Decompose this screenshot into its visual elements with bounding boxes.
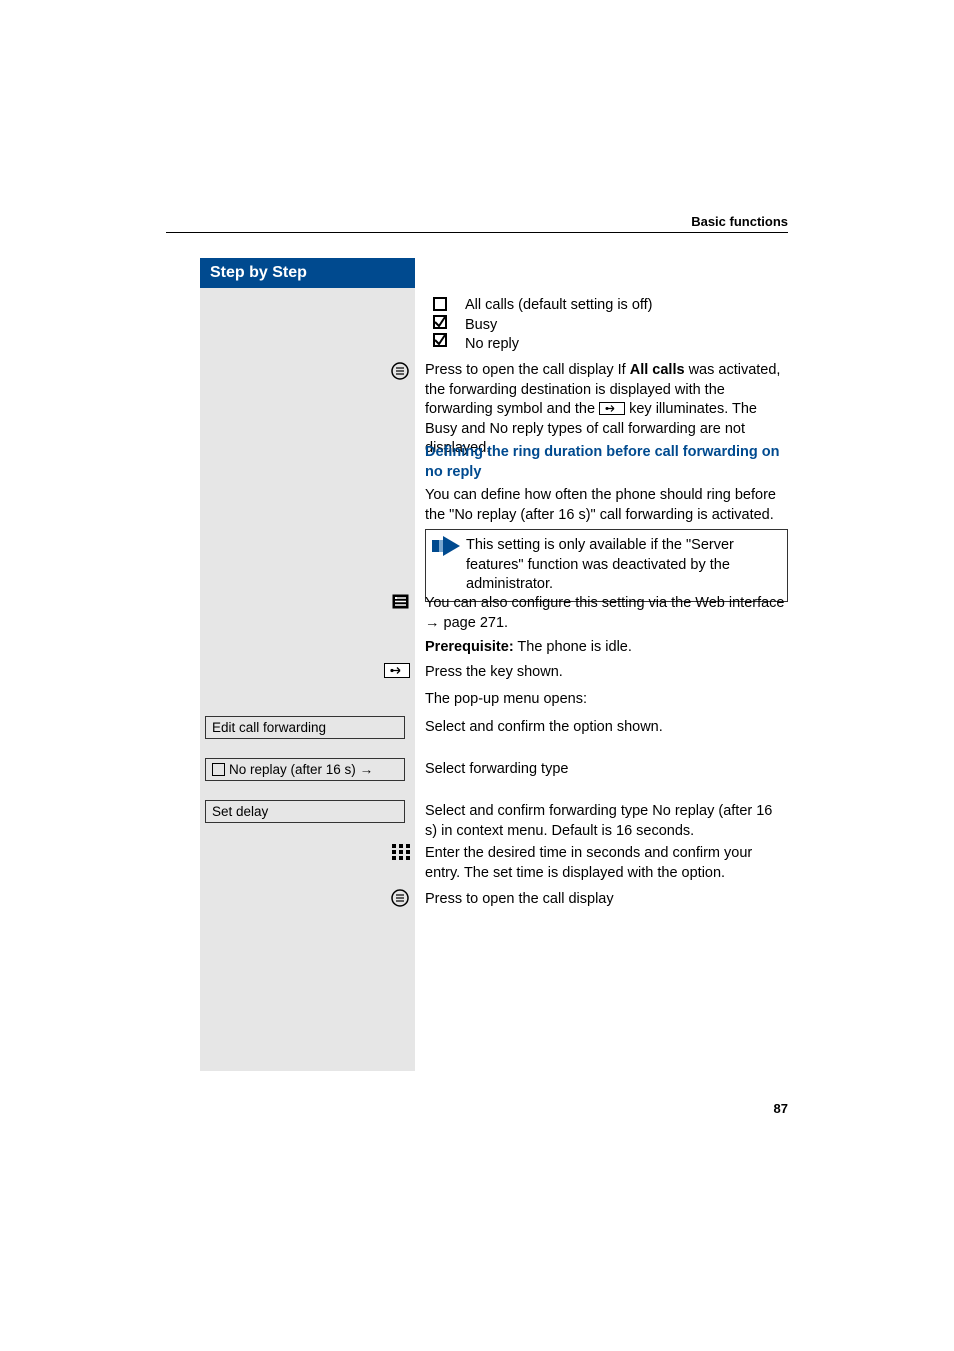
checkbox-icons <box>433 296 449 350</box>
body-area: Step by Step All calls (default setting … <box>200 258 788 1071</box>
prerequisite-label: Prerequisite: <box>425 639 514 655</box>
enter-time-text: Enter the desired time in seconds and co… <box>425 844 788 883</box>
ui-box-set-delay-wrap: Set delay <box>200 800 410 823</box>
ui-box-no-replay[interactable]: No replay (after 16 s) → <box>205 758 405 781</box>
note-arrow-icon <box>432 536 462 558</box>
page-number: 87 <box>774 1101 788 1116</box>
checklist-item-all-calls: All calls (default setting is off) <box>465 296 653 316</box>
checklist-item-busy: Busy <box>465 316 653 336</box>
header-rule <box>166 232 788 233</box>
header-section-title: Basic functions <box>691 214 788 229</box>
forward-key-icon <box>384 663 410 679</box>
ui-box-edit-call-forwarding[interactable]: Edit call forwarding <box>205 716 405 739</box>
popup-opens: The pop-up menu opens: <box>425 690 788 710</box>
press-open-1a: Press to open the call display If <box>425 362 630 378</box>
ui-box-no-replay-wrap: No replay (after 16 s) → <box>200 758 410 781</box>
headline-ring-duration: Defining the ring duration before call f… <box>425 443 788 482</box>
prerequisite-line: Prerequisite: The phone is idle. <box>425 638 788 658</box>
press-open-1-bold: All calls <box>630 362 685 378</box>
web-if-arrow: → <box>425 615 440 631</box>
note-box: This setting is only available if the "S… <box>425 529 788 602</box>
keypad-icon <box>392 844 410 864</box>
ui-box-edit-call-forwarding-wrap: Edit call forwarding <box>200 716 410 739</box>
checkbox-empty-icon <box>212 763 225 776</box>
no-replay-label: No replay (after 16 s) <box>229 762 356 777</box>
ui-box-set-delay[interactable]: Set delay <box>205 800 405 823</box>
press-key-shown: Press the key shown. <box>425 663 788 683</box>
ok-key-icon <box>390 361 410 381</box>
press-open-call-display-2: Press to open the call display <box>425 890 788 910</box>
web-settings-icon <box>392 594 409 609</box>
page: Basic functions Step by Step All calls (… <box>0 0 954 1351</box>
arrow-right-icon: → <box>360 762 374 777</box>
forward-key-inline-icon <box>599 401 625 417</box>
select-confirm-option: Select and confirm the option shown. <box>425 718 788 738</box>
checklist-item-no-reply: No reply <box>465 335 653 355</box>
select-confirm-no-replay: Select and confirm forwarding type No re… <box>425 802 788 841</box>
web-if-a: You can also configure this setting via … <box>425 595 785 611</box>
step-by-step-header: Step by Step <box>200 258 415 288</box>
note-text: This setting is only available if the "S… <box>466 537 734 592</box>
prerequisite-text: The phone is idle. <box>514 639 632 655</box>
checkbox-group <box>433 296 449 350</box>
web-interface-line: You can also configure this setting via … <box>425 594 788 633</box>
left-column-bg <box>200 258 415 1071</box>
web-if-b: page 271. <box>440 615 509 631</box>
ring-body-text: You can define how often the phone shoul… <box>425 486 788 525</box>
select-fwd-type: Select forwarding type <box>425 760 788 780</box>
ok-key-icon-2 <box>390 888 410 908</box>
checklist-labels: All calls (default setting is off) Busy … <box>465 296 653 355</box>
